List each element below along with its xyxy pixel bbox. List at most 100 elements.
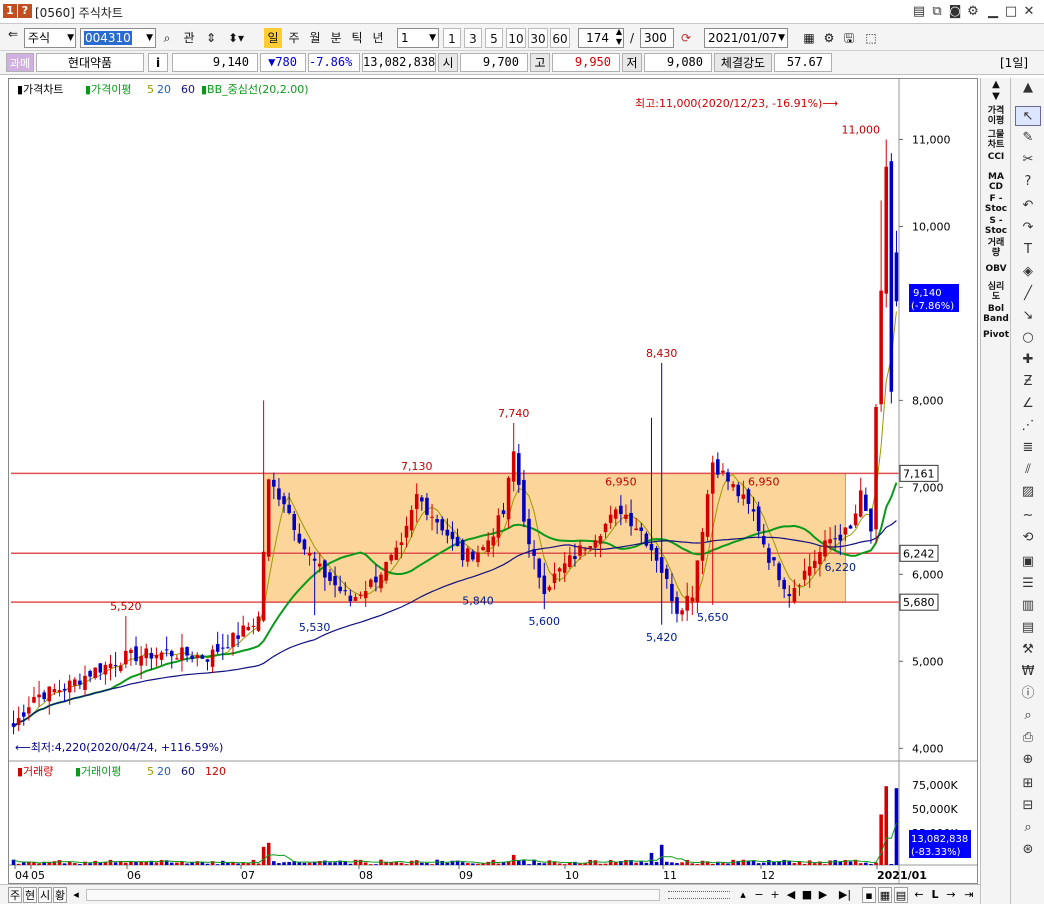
- indicator-button[interactable]: MA CD: [983, 172, 1009, 192]
- table-icon[interactable]: ▤: [1015, 618, 1041, 638]
- indicator-button[interactable]: 거래 량: [983, 238, 1009, 258]
- stop-icon[interactable]: ■: [800, 887, 814, 903]
- eraser-icon[interactable]: ✎: [1015, 128, 1041, 148]
- scroll-up-icon[interactable]: ▲: [983, 80, 1009, 90]
- refresh-icon[interactable]: ⟳: [676, 28, 696, 48]
- market-select[interactable]: 주식 ▼: [24, 28, 76, 48]
- scroll-down-icon[interactable]: ▼: [983, 92, 1009, 102]
- right-arrow-icon[interactable]: →: [944, 887, 958, 903]
- channel-icon[interactable]: ⫽: [1015, 460, 1041, 480]
- quick-30-button[interactable]: 30: [528, 28, 548, 48]
- erase-all-icon[interactable]: ✂: [1015, 150, 1041, 170]
- indicator-button[interactable]: 심리 도: [983, 282, 1009, 302]
- code-input[interactable]: 004310 ▼: [80, 28, 156, 48]
- indicator-button[interactable]: F - Stoc: [983, 194, 1009, 214]
- search-icon[interactable]: ⌕: [1015, 706, 1041, 726]
- indicator-button[interactable]: 그물 차트: [983, 130, 1009, 150]
- plus-icon[interactable]: +: [768, 887, 782, 903]
- memo-icon[interactable]: ▤: [910, 3, 928, 21]
- l-icon[interactable]: L: [928, 887, 942, 903]
- period-month-tab[interactable]: 월: [306, 28, 324, 48]
- interval-select[interactable]: 1 ▼: [397, 28, 439, 48]
- indicator-button[interactable]: CCI: [983, 152, 1009, 162]
- search-icon[interactable]: ⌕: [158, 28, 176, 48]
- up-down-icon[interactable]: ⇕: [202, 28, 220, 48]
- zigzag-icon[interactable]: Ƶ: [1015, 372, 1041, 392]
- chart-area[interactable]: 7,161 6,242 5,680 4,000 5,000 6,000 7,000 8,00…: [8, 78, 978, 884]
- period-day-tab[interactable]: 일: [264, 28, 282, 48]
- print-icon[interactable]: ⎙: [1015, 728, 1041, 748]
- scroll-up-icon[interactable]: ▲: [1015, 78, 1041, 98]
- help-icon[interactable]: ?: [18, 4, 32, 18]
- fan-icon[interactable]: ⋰: [1015, 416, 1041, 436]
- window-number-icon[interactable]: 1: [3, 4, 17, 18]
- bottom-tab-week[interactable]: 주: [8, 887, 22, 903]
- count-stepper[interactable]: 174 ▲ ▼: [578, 27, 624, 48]
- cursor-icon[interactable]: ↖: [1015, 106, 1041, 126]
- minimize-icon[interactable]: ▁: [984, 3, 1002, 21]
- settings-icon[interactable]: ⚙: [964, 3, 982, 21]
- minus-icon[interactable]: −: [752, 887, 766, 903]
- fibonacci-icon[interactable]: ≣: [1015, 438, 1041, 458]
- window-icon[interactable]: ▣: [1015, 552, 1041, 572]
- next-icon[interactable]: ▶: [816, 887, 830, 903]
- total-input[interactable]: 300: [640, 28, 674, 48]
- grid-view-icon[interactable]: ▦: [878, 887, 892, 903]
- indicator-button[interactable]: Bol Band: [983, 304, 1009, 324]
- arrow-left-icon[interactable]: ⇐: [4, 24, 22, 44]
- indicator-button[interactable]: 가격 이평: [983, 106, 1009, 126]
- stepper-icon[interactable]: ⬍▾: [222, 28, 250, 48]
- bar-chart-icon[interactable]: ▥: [1015, 596, 1041, 616]
- maximize-icon[interactable]: □: [1002, 3, 1020, 21]
- bottom-tab-status[interactable]: 황: [53, 887, 67, 903]
- grid-icon[interactable]: ▨: [1015, 482, 1041, 502]
- zoom-track[interactable]: [668, 891, 730, 899]
- export-icon[interactable]: ⊞: [1015, 774, 1041, 794]
- close-icon[interactable]: ✕: [1020, 3, 1038, 21]
- wave-icon[interactable]: ∼: [1015, 506, 1041, 526]
- kwan-button[interactable]: 관: [178, 28, 200, 48]
- stock-name[interactable]: 현대약품: [36, 53, 144, 72]
- zoom-out-icon[interactable]: ▴: [736, 887, 750, 903]
- gann-icon[interactable]: ∠: [1015, 394, 1041, 414]
- period-week-tab[interactable]: 주: [285, 28, 303, 48]
- period-minute-tab[interactable]: 분: [327, 28, 345, 48]
- bottom-tab-current[interactable]: 현: [23, 887, 37, 903]
- fill-icon[interactable]: ◈: [1015, 262, 1041, 282]
- fast-forward-icon[interactable]: ▶|: [834, 887, 856, 903]
- auto-icon[interactable]: ⟲: [1015, 528, 1041, 548]
- price-tool-icon[interactable]: ₩: [1015, 662, 1041, 682]
- info-button[interactable]: i: [148, 53, 168, 72]
- quick-5-button[interactable]: 5: [485, 28, 503, 48]
- bottom-tab-market[interactable]: 시: [38, 887, 52, 903]
- period-year-tab[interactable]: 년: [369, 28, 387, 48]
- list-icon[interactable]: ☰: [1015, 574, 1041, 594]
- quick-10-button[interactable]: 10: [506, 28, 526, 48]
- ray-icon[interactable]: ↘: [1015, 306, 1041, 326]
- layout-icon[interactable]: ⬚: [862, 28, 880, 48]
- magnifier-icon[interactable]: ⌕: [1015, 818, 1041, 838]
- prev-icon[interactable]: ◀: [784, 887, 798, 903]
- split-view-icon[interactable]: ▤: [894, 887, 908, 903]
- undo-icon[interactable]: ↶: [1015, 196, 1041, 216]
- cross-icon[interactable]: ✚: [1015, 350, 1041, 370]
- quick-3-button[interactable]: 3: [464, 28, 482, 48]
- gear-icon[interactable]: ⚙: [820, 28, 838, 48]
- target-icon[interactable]: ⊛: [1015, 840, 1041, 860]
- quick-60-button[interactable]: 60: [550, 28, 570, 48]
- zoom-icon[interactable]: ⊕: [1015, 750, 1041, 770]
- quick-1-button[interactable]: 1: [443, 28, 461, 48]
- help-icon[interactable]: ?: [1015, 172, 1041, 192]
- scroll-left-icon[interactable]: ◂: [68, 887, 84, 903]
- period-tick-tab[interactable]: 틱: [348, 28, 366, 48]
- text-icon[interactable]: T: [1015, 240, 1041, 260]
- chart-type-icon[interactable]: ▦: [800, 28, 818, 48]
- info-icon[interactable]: ⓘ: [1015, 684, 1041, 704]
- save-icon[interactable]: ▪: [862, 887, 876, 903]
- end-icon[interactable]: ⇥: [962, 887, 976, 903]
- scroll-track[interactable]: [86, 889, 660, 901]
- left-arrow-icon[interactable]: ←: [912, 887, 926, 903]
- capture-icon[interactable]: ◙: [946, 3, 964, 21]
- save-icon[interactable]: 🖫: [840, 28, 858, 48]
- indicator-button[interactable]: S - Stoc: [983, 216, 1009, 236]
